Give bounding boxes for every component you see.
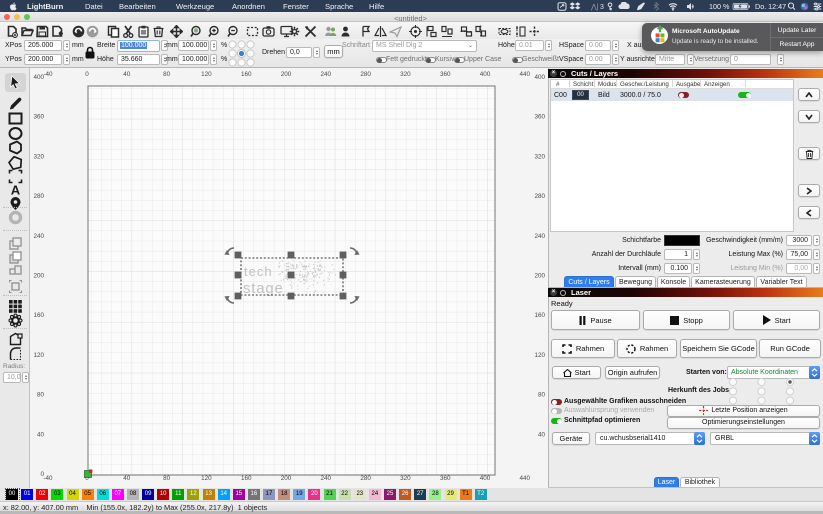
svg-text:40: 40	[123, 71, 131, 78]
svg-text:160: 160	[534, 312, 545, 319]
svg-text:Do. 12:47: Do. 12:47	[755, 2, 786, 11]
svg-text:400: 400	[480, 475, 491, 482]
svg-text:360: 360	[440, 71, 451, 78]
svg-text:320: 320	[33, 153, 44, 160]
svg-text:200: 200	[281, 71, 292, 78]
svg-text:200: 200	[281, 475, 292, 482]
svg-text:3: 3	[600, 4, 604, 11]
svg-text:120: 120	[201, 71, 212, 78]
svg-text:40: 40	[37, 431, 45, 438]
svg-text:280: 280	[33, 193, 44, 200]
svg-text:320: 320	[400, 71, 411, 78]
svg-text:400: 400	[480, 71, 491, 78]
svg-text:400: 400	[33, 74, 44, 81]
svg-text:360: 360	[534, 114, 545, 121]
svg-text:320: 320	[534, 153, 545, 160]
svg-text:360: 360	[440, 475, 451, 482]
svg-text:320: 320	[400, 475, 411, 482]
svg-text:200: 200	[534, 273, 545, 280]
svg-text:-40: -40	[43, 475, 53, 482]
svg-text:400: 400	[534, 74, 545, 81]
svg-text:80: 80	[538, 392, 546, 399]
svg-text:40: 40	[538, 431, 546, 438]
svg-text:100 %: 100 %	[709, 2, 730, 11]
svg-text:200: 200	[33, 273, 44, 280]
svg-text:280: 280	[534, 193, 545, 200]
svg-text:80: 80	[37, 392, 45, 399]
svg-text:160: 160	[33, 312, 44, 319]
svg-text:120: 120	[534, 352, 545, 359]
svg-text:tech: tech	[244, 264, 273, 279]
svg-text:240: 240	[321, 71, 332, 78]
svg-text:A: A	[11, 183, 21, 197]
svg-text:-40: -40	[43, 71, 53, 78]
svg-text:120: 120	[201, 475, 212, 482]
svg-text:80: 80	[163, 71, 171, 78]
svg-text:240: 240	[33, 233, 44, 240]
svg-text:160: 160	[241, 71, 252, 78]
svg-text:40: 40	[123, 475, 131, 482]
svg-text:280: 280	[360, 475, 371, 482]
svg-text:0: 0	[85, 71, 89, 78]
svg-text:360: 360	[33, 114, 44, 121]
svg-text:240: 240	[321, 475, 332, 482]
svg-text:280: 280	[360, 71, 371, 78]
svg-text:440: 440	[520, 71, 531, 78]
svg-text:440: 440	[520, 475, 531, 482]
svg-text:120: 120	[33, 352, 44, 359]
svg-text:80: 80	[163, 475, 171, 482]
svg-text:⋀|: ⋀|	[590, 3, 599, 11]
svg-text:160: 160	[241, 475, 252, 482]
